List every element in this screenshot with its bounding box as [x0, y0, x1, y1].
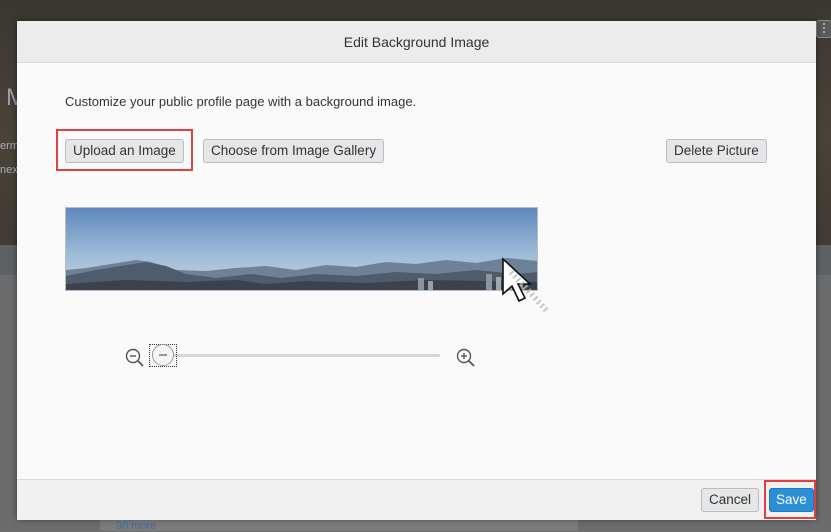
- dialog-header: Edit Background Image: [17, 21, 816, 63]
- cancel-button[interactable]: Cancel: [701, 488, 760, 512]
- upload-image-button[interactable]: Upload an Image: [65, 139, 184, 163]
- zoom-slider-handle[interactable]: [152, 344, 174, 366]
- zoom-slider-track[interactable]: [167, 354, 440, 357]
- background-more-link: 90 more: [116, 520, 157, 532]
- save-button[interactable]: Save: [769, 488, 814, 512]
- image-gallery-button[interactable]: Choose from Image Gallery: [203, 139, 385, 163]
- edit-background-dialog: Edit Background Image Customize your pub…: [17, 21, 816, 520]
- zoom-in-icon[interactable]: [456, 348, 476, 368]
- background-image-preview[interactable]: [65, 207, 538, 291]
- dialog-description: Customize your public profile page with …: [65, 94, 417, 109]
- landscape-image: [66, 208, 537, 290]
- dialog-footer: [17, 479, 816, 520]
- cursor-icon: [502, 257, 550, 314]
- delete-picture-button[interactable]: Delete Picture: [666, 139, 767, 163]
- dialog-title: Edit Background Image: [343, 33, 490, 50]
- background-text-fragment: nex: [0, 164, 18, 176]
- zoom-out-icon[interactable]: [125, 348, 145, 368]
- background-menu-icon: [816, 20, 831, 38]
